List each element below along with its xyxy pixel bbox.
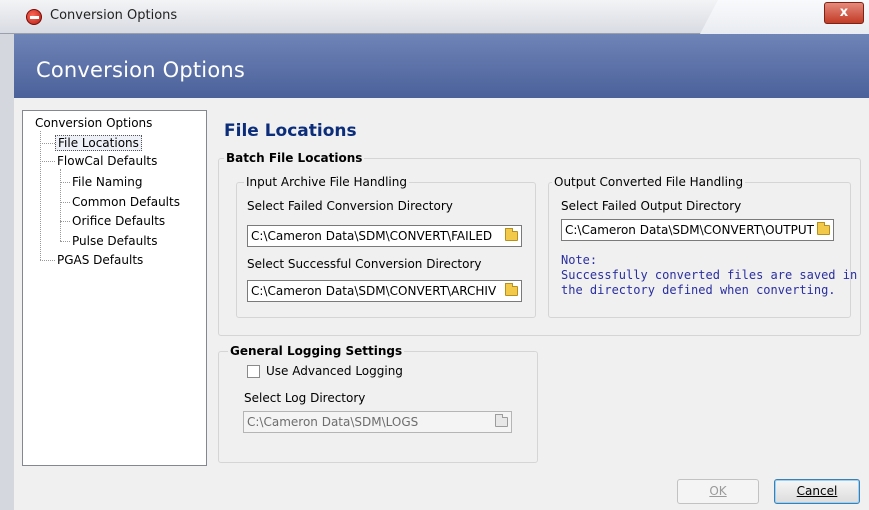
tree-item-orifice-defaults[interactable]: Orifice Defaults	[72, 214, 165, 228]
tree-item-pgas-defaults[interactable]: PGAS Defaults	[57, 253, 143, 267]
input-archive-label: Input Archive File Handling	[244, 175, 409, 189]
failed-output-label: Select Failed Output Directory	[561, 199, 742, 213]
ok-button-label: OK	[709, 484, 727, 498]
tree-connector	[40, 260, 55, 261]
failed-conversion-label: Select Failed Conversion Directory	[247, 199, 453, 213]
advanced-logging-label: Use Advanced Logging	[266, 364, 403, 378]
folder-icon	[495, 414, 508, 427]
folder-icon[interactable]	[817, 222, 830, 235]
folder-icon[interactable]	[505, 228, 518, 241]
ok-button[interactable]: OK	[677, 479, 759, 504]
folder-icon[interactable]	[505, 283, 518, 296]
dialog-header: Conversion Options	[0, 34, 869, 98]
successful-conversion-directory-field[interactable]: C:\Cameron Data\SDM\CONVERT\ARCHIV	[247, 280, 522, 302]
general-logging-label: General Logging Settings	[228, 344, 405, 358]
tree-connector	[60, 169, 61, 241]
tree-connector	[60, 182, 70, 183]
output-converted-label: Output Converted File Handling	[552, 175, 746, 189]
tree-connector	[40, 131, 41, 260]
tree-item-file-naming[interactable]: File Naming	[72, 175, 142, 189]
tree-item-file-locations[interactable]: File Locations	[55, 135, 142, 151]
tree-connector	[40, 143, 55, 144]
batch-file-locations-label: Batch File Locations	[224, 151, 365, 165]
close-icon: x	[839, 5, 849, 20]
app-logo-icon	[26, 9, 42, 25]
tree-connector	[60, 202, 70, 203]
tree-connector	[60, 241, 70, 242]
cancel-button[interactable]: Cancel	[774, 479, 860, 504]
options-tree[interactable]: Conversion Options File Locations FlowCa…	[22, 110, 207, 466]
successful-conversion-label: Select Successful Conversion Directory	[247, 257, 482, 271]
close-button[interactable]: x	[824, 2, 864, 24]
log-directory-value: C:\Cameron Data\SDM\LOGS	[247, 415, 419, 429]
page-title: File Locations	[224, 121, 357, 141]
failed-output-directory-value: C:\Cameron Data\SDM\CONVERT\OUTPUT	[565, 223, 814, 237]
window-title: Conversion Options	[50, 8, 178, 23]
header-title: Conversion Options	[36, 58, 246, 82]
advanced-logging-checkbox[interactable]	[247, 365, 260, 378]
title-bar: Conversion Options x	[0, 0, 869, 34]
failed-conversion-directory-field[interactable]: C:\Cameron Data\SDM\CONVERT\FAILED	[247, 225, 522, 247]
tree-item-common-defaults[interactable]: Common Defaults	[72, 195, 180, 209]
tree-connector	[40, 161, 55, 162]
successful-conversion-directory-value: C:\Cameron Data\SDM\CONVERT\ARCHIV	[251, 284, 497, 298]
tree-item-flowcal-defaults[interactable]: FlowCal Defaults	[57, 154, 157, 168]
failed-conversion-directory-value: C:\Cameron Data\SDM\CONVERT\FAILED	[251, 229, 493, 243]
cancel-button-label: Cancel	[796, 484, 838, 498]
failed-output-directory-field[interactable]: C:\Cameron Data\SDM\CONVERT\OUTPUT	[561, 219, 834, 241]
tree-item-pulse-defaults[interactable]: Pulse Defaults	[72, 234, 158, 248]
output-note: Note: Successfully converted files are s…	[561, 253, 858, 297]
log-directory-field: C:\Cameron Data\SDM\LOGS	[243, 411, 512, 433]
tree-connector	[60, 221, 70, 222]
log-directory-label: Select Log Directory	[244, 391, 366, 405]
tree-item-conversion-options[interactable]: Conversion Options	[35, 116, 152, 130]
